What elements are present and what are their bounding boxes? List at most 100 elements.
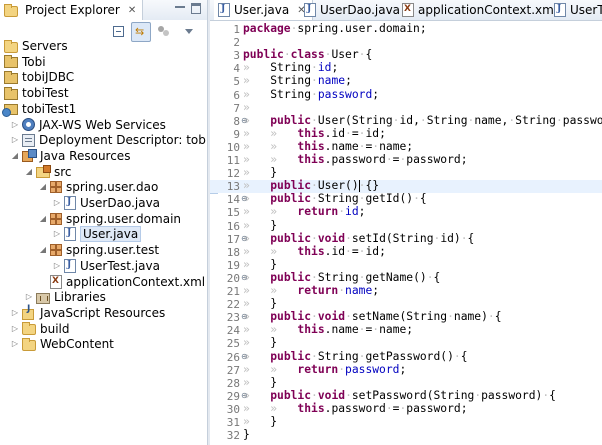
close-icon[interactable]: ✕ <box>128 5 136 16</box>
tree-item[interactable]: spring.user.test <box>50 242 159 258</box>
code-token: » » <box>243 284 298 297</box>
editor-tab[interactable]: User.java✕ <box>214 0 313 20</box>
tree-item-label: build <box>40 321 70 336</box>
code-token: class <box>290 48 325 62</box>
expanded-twisty-icon[interactable]: ◢ <box>38 214 48 224</box>
collapsed-twisty-icon[interactable]: ▷ <box>24 292 34 302</box>
code-token: this <box>297 244 325 258</box>
line-number: 15 <box>226 206 240 220</box>
tree-item[interactable]: JavaScript Resources <box>22 304 165 321</box>
tree-item[interactable]: spring.user.dao <box>50 179 158 195</box>
tree-item[interactable]: build <box>22 321 70 337</box>
collapsed-twisty-icon[interactable]: ▷ <box>10 308 20 318</box>
code-token: · <box>447 310 454 324</box>
code-token: { <box>467 231 475 245</box>
collapsed-twisty-icon[interactable]: ▷ <box>52 229 62 239</box>
tree-item[interactable]: applicationContext.xml <box>50 274 205 290</box>
code-token: ; <box>331 61 339 75</box>
code-token: {} <box>365 179 380 193</box>
editor-tab[interactable]: applicationContext.xml <box>398 0 563 20</box>
code-token: public <box>270 388 312 402</box>
code-line[interactable]: 31» } <box>210 415 602 429</box>
tree-item[interactable]: tobiJDBC <box>4 69 74 85</box>
tree-item[interactable]: JAX-WS Web Services <box>22 117 166 133</box>
collapsed-twisty-icon[interactable]: ▷ <box>10 324 20 334</box>
editor-tab[interactable]: UserTes <box>550 0 602 20</box>
code-text: public·class·User·{ <box>243 48 372 61</box>
tree-item[interactable]: Deployment Descriptor: tobiTest1 <box>22 132 207 148</box>
link-with-editor-button[interactable]: ⇆ <box>131 22 151 42</box>
tree-item[interactable]: Tobi <box>4 54 46 70</box>
code-token: } <box>270 336 278 350</box>
tree-item[interactable]: UserTest.java <box>64 258 160 274</box>
line-number: 25 <box>226 337 240 351</box>
code-token: · <box>345 231 352 245</box>
tab-project-explorer[interactable]: Project Explorer ✕ <box>0 0 144 20</box>
line-number: 24 <box>226 324 240 338</box>
view-options-button[interactable] <box>156 23 172 39</box>
code-token: · <box>419 113 427 127</box>
tree-item[interactable]: WebContent <box>22 336 114 352</box>
java-file-icon <box>554 3 566 17</box>
line-number: 8 <box>233 114 240 128</box>
code-line[interactable]: 32} <box>210 428 602 442</box>
gear-icon <box>22 118 35 131</box>
collapsed-twisty-icon[interactable]: ▷ <box>10 339 20 349</box>
expanded-twisty-icon[interactable]: ◢ <box>10 151 20 161</box>
collapsed-twisty-icon[interactable]: ▷ <box>52 198 62 208</box>
project-folder-icon <box>4 55 18 69</box>
code-text: » » this.id·=·id; <box>243 245 386 258</box>
code-text: » public·String·getPassword()·{ <box>243 350 468 363</box>
code-token: » <box>243 231 271 245</box>
tree-item[interactable]: Java Resources <box>22 148 130 164</box>
code-text: » public·void·setPassword(String·passwor… <box>243 389 556 402</box>
code-token: » » <box>243 244 298 258</box>
tree-item[interactable]: tobiTest1 <box>2 101 76 118</box>
expanded-twisty-icon[interactable]: ◢ <box>38 182 48 192</box>
code-token: · <box>311 87 318 101</box>
code-text: » } <box>243 415 277 428</box>
tree-item[interactable]: User.java <box>64 226 142 243</box>
tree-item[interactable]: tobiTest <box>4 85 69 101</box>
tree-item-label: spring.user.dao <box>66 180 159 195</box>
folder-icon <box>4 39 18 53</box>
line-number: 5 <box>233 75 240 89</box>
code-token: » » <box>243 153 298 166</box>
tree-item[interactable]: UserDao.java <box>64 195 160 211</box>
collapsed-twisty-icon[interactable]: ▷ <box>10 120 20 130</box>
code-token: » <box>243 74 271 88</box>
collapsed-twisty-icon[interactable]: ▷ <box>52 261 62 271</box>
tree-item-label: UserDao.java <box>80 196 161 210</box>
expanded-twisty-icon[interactable]: ◢ <box>24 167 34 177</box>
code-text: » public·void·setId(String·id)·{ <box>243 232 474 245</box>
editor-tab[interactable]: UserDao.java <box>300 0 406 20</box>
tree-item-label: Deployment Descriptor: tobiTest1 <box>39 133 207 148</box>
code-token: public <box>270 231 312 245</box>
minimize-icon[interactable] <box>175 4 185 8</box>
code-token: · <box>385 401 393 415</box>
line-number: 1 <box>233 23 240 36</box>
tree-item[interactable]: src <box>36 164 72 180</box>
code-token: » <box>243 270 271 284</box>
expanded-twisty-icon[interactable]: ◢ <box>38 245 48 255</box>
code-token: password <box>317 87 373 101</box>
tree-item[interactable]: spring.user.domain <box>50 211 181 227</box>
tree-item-label: applicationContext.xml <box>66 274 206 289</box>
xml-file-icon <box>402 3 414 17</box>
code-token: return <box>297 362 339 376</box>
tree-item-label: Tobi <box>22 54 46 69</box>
code-token: ; <box>372 284 380 297</box>
code-token: this <box>297 139 325 153</box>
maximize-icon[interactable] <box>191 3 201 14</box>
code-line[interactable]: 1 package·spring.user.domain; <box>210 22 602 36</box>
tree-item[interactable]: Libraries <box>36 289 106 305</box>
line-number: 31 <box>226 416 240 429</box>
code-text: » » this.name·=·name; <box>243 323 413 336</box>
view-menu-button[interactable] <box>182 23 198 39</box>
chevron-down-icon <box>185 29 193 34</box>
code-area[interactable]: 1 package·spring.user.domain; 2 3 public·cla… <box>210 21 602 445</box>
collapsed-twisty-icon[interactable]: ▷ <box>10 135 20 145</box>
collapse-all-button[interactable] <box>111 23 127 39</box>
code-token: name <box>345 284 373 297</box>
tree-item[interactable]: Servers <box>4 38 68 54</box>
